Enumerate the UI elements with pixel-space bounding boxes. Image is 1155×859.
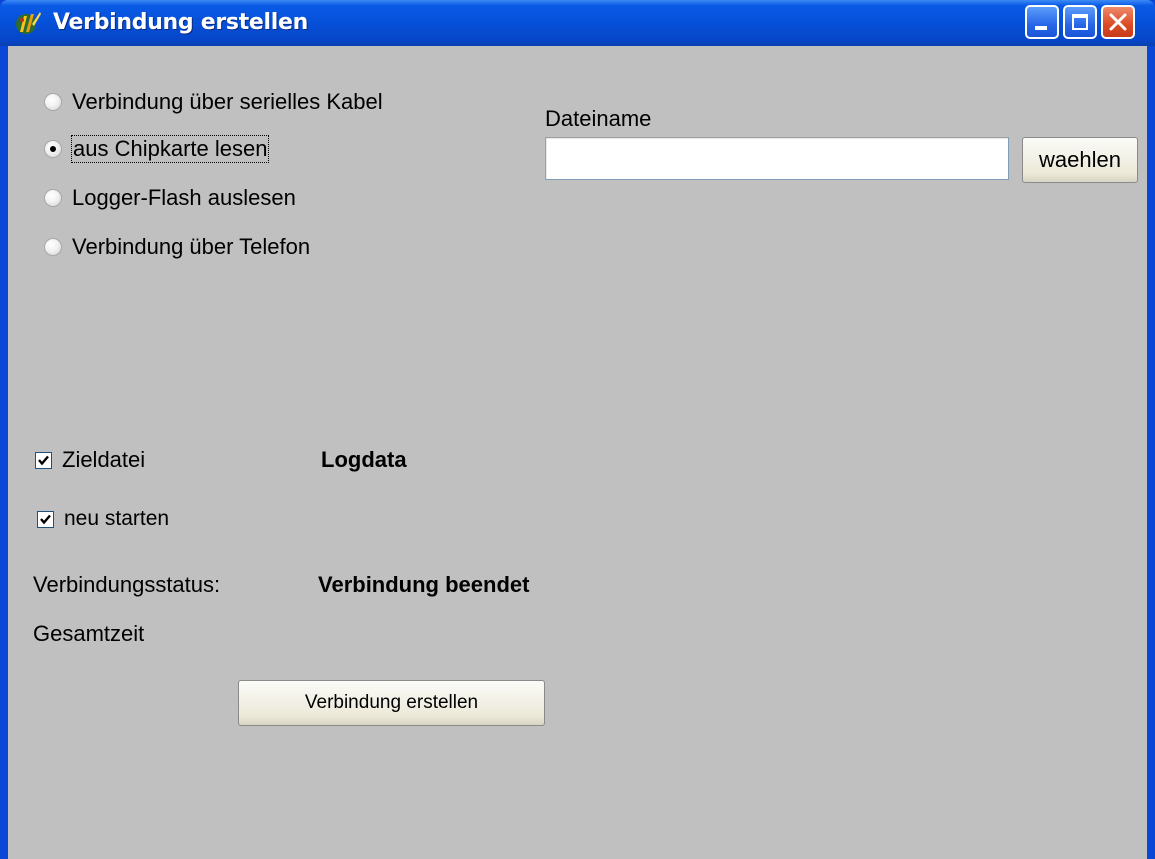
close-icon xyxy=(1109,13,1127,31)
filename-input[interactable] xyxy=(545,137,1009,180)
choose-file-button[interactable]: waehlen xyxy=(1022,137,1138,183)
radio-label: Logger-Flash auslesen xyxy=(72,185,296,210)
maximize-icon xyxy=(1072,14,1088,30)
radio-label: aus Chipkarte lesen xyxy=(70,135,270,163)
restart-checkbox[interactable] xyxy=(37,510,54,528)
app-logo-icon xyxy=(14,10,42,36)
target-file-label: Zieldatei xyxy=(62,447,146,472)
filename-label: Dateiname xyxy=(545,106,652,131)
target-file-checkbox[interactable] xyxy=(35,451,52,469)
radio-label: Verbindung über Telefon xyxy=(72,234,311,259)
close-button[interactable] xyxy=(1101,5,1135,39)
target-file-checkbox-row[interactable]: Zieldatei xyxy=(35,447,145,473)
radio-indicator-selected[interactable] xyxy=(44,140,62,158)
radio-indicator[interactable] xyxy=(44,93,62,111)
minimize-button[interactable] xyxy=(1025,5,1059,39)
minimize-icon xyxy=(1035,26,1047,30)
target-file-value: Logdata xyxy=(321,447,407,472)
radio-chipcard[interactable]: aus Chipkarte lesen xyxy=(34,133,270,165)
status-value: Verbindung beendet xyxy=(318,572,530,597)
radio-indicator[interactable] xyxy=(44,238,62,256)
radio-logger-flash[interactable]: Logger-Flash auslesen xyxy=(34,182,296,214)
restart-label: neu starten xyxy=(64,507,170,530)
total-time-label: Gesamtzeit xyxy=(33,621,145,646)
window-title: Verbindung erstellen xyxy=(53,10,308,35)
radio-label: Verbindung über serielles Kabel xyxy=(72,89,383,114)
checkmark-icon xyxy=(40,514,51,524)
dialog-window: Verbindung erstellen Verbindung über ser… xyxy=(0,0,1155,859)
radio-telephone[interactable]: Verbindung über Telefon xyxy=(34,231,310,263)
checkmark-icon xyxy=(38,455,49,465)
title-bar[interactable]: Verbindung erstellen xyxy=(0,0,1155,46)
status-label: Verbindungsstatus: xyxy=(33,572,221,597)
radio-indicator[interactable] xyxy=(44,189,62,207)
connect-button[interactable]: Verbindung erstellen xyxy=(238,680,545,726)
maximize-button[interactable] xyxy=(1063,5,1097,39)
radio-serial-cable[interactable]: Verbindung über serielles Kabel xyxy=(34,86,383,118)
restart-checkbox-row[interactable]: neu starten xyxy=(37,507,169,531)
